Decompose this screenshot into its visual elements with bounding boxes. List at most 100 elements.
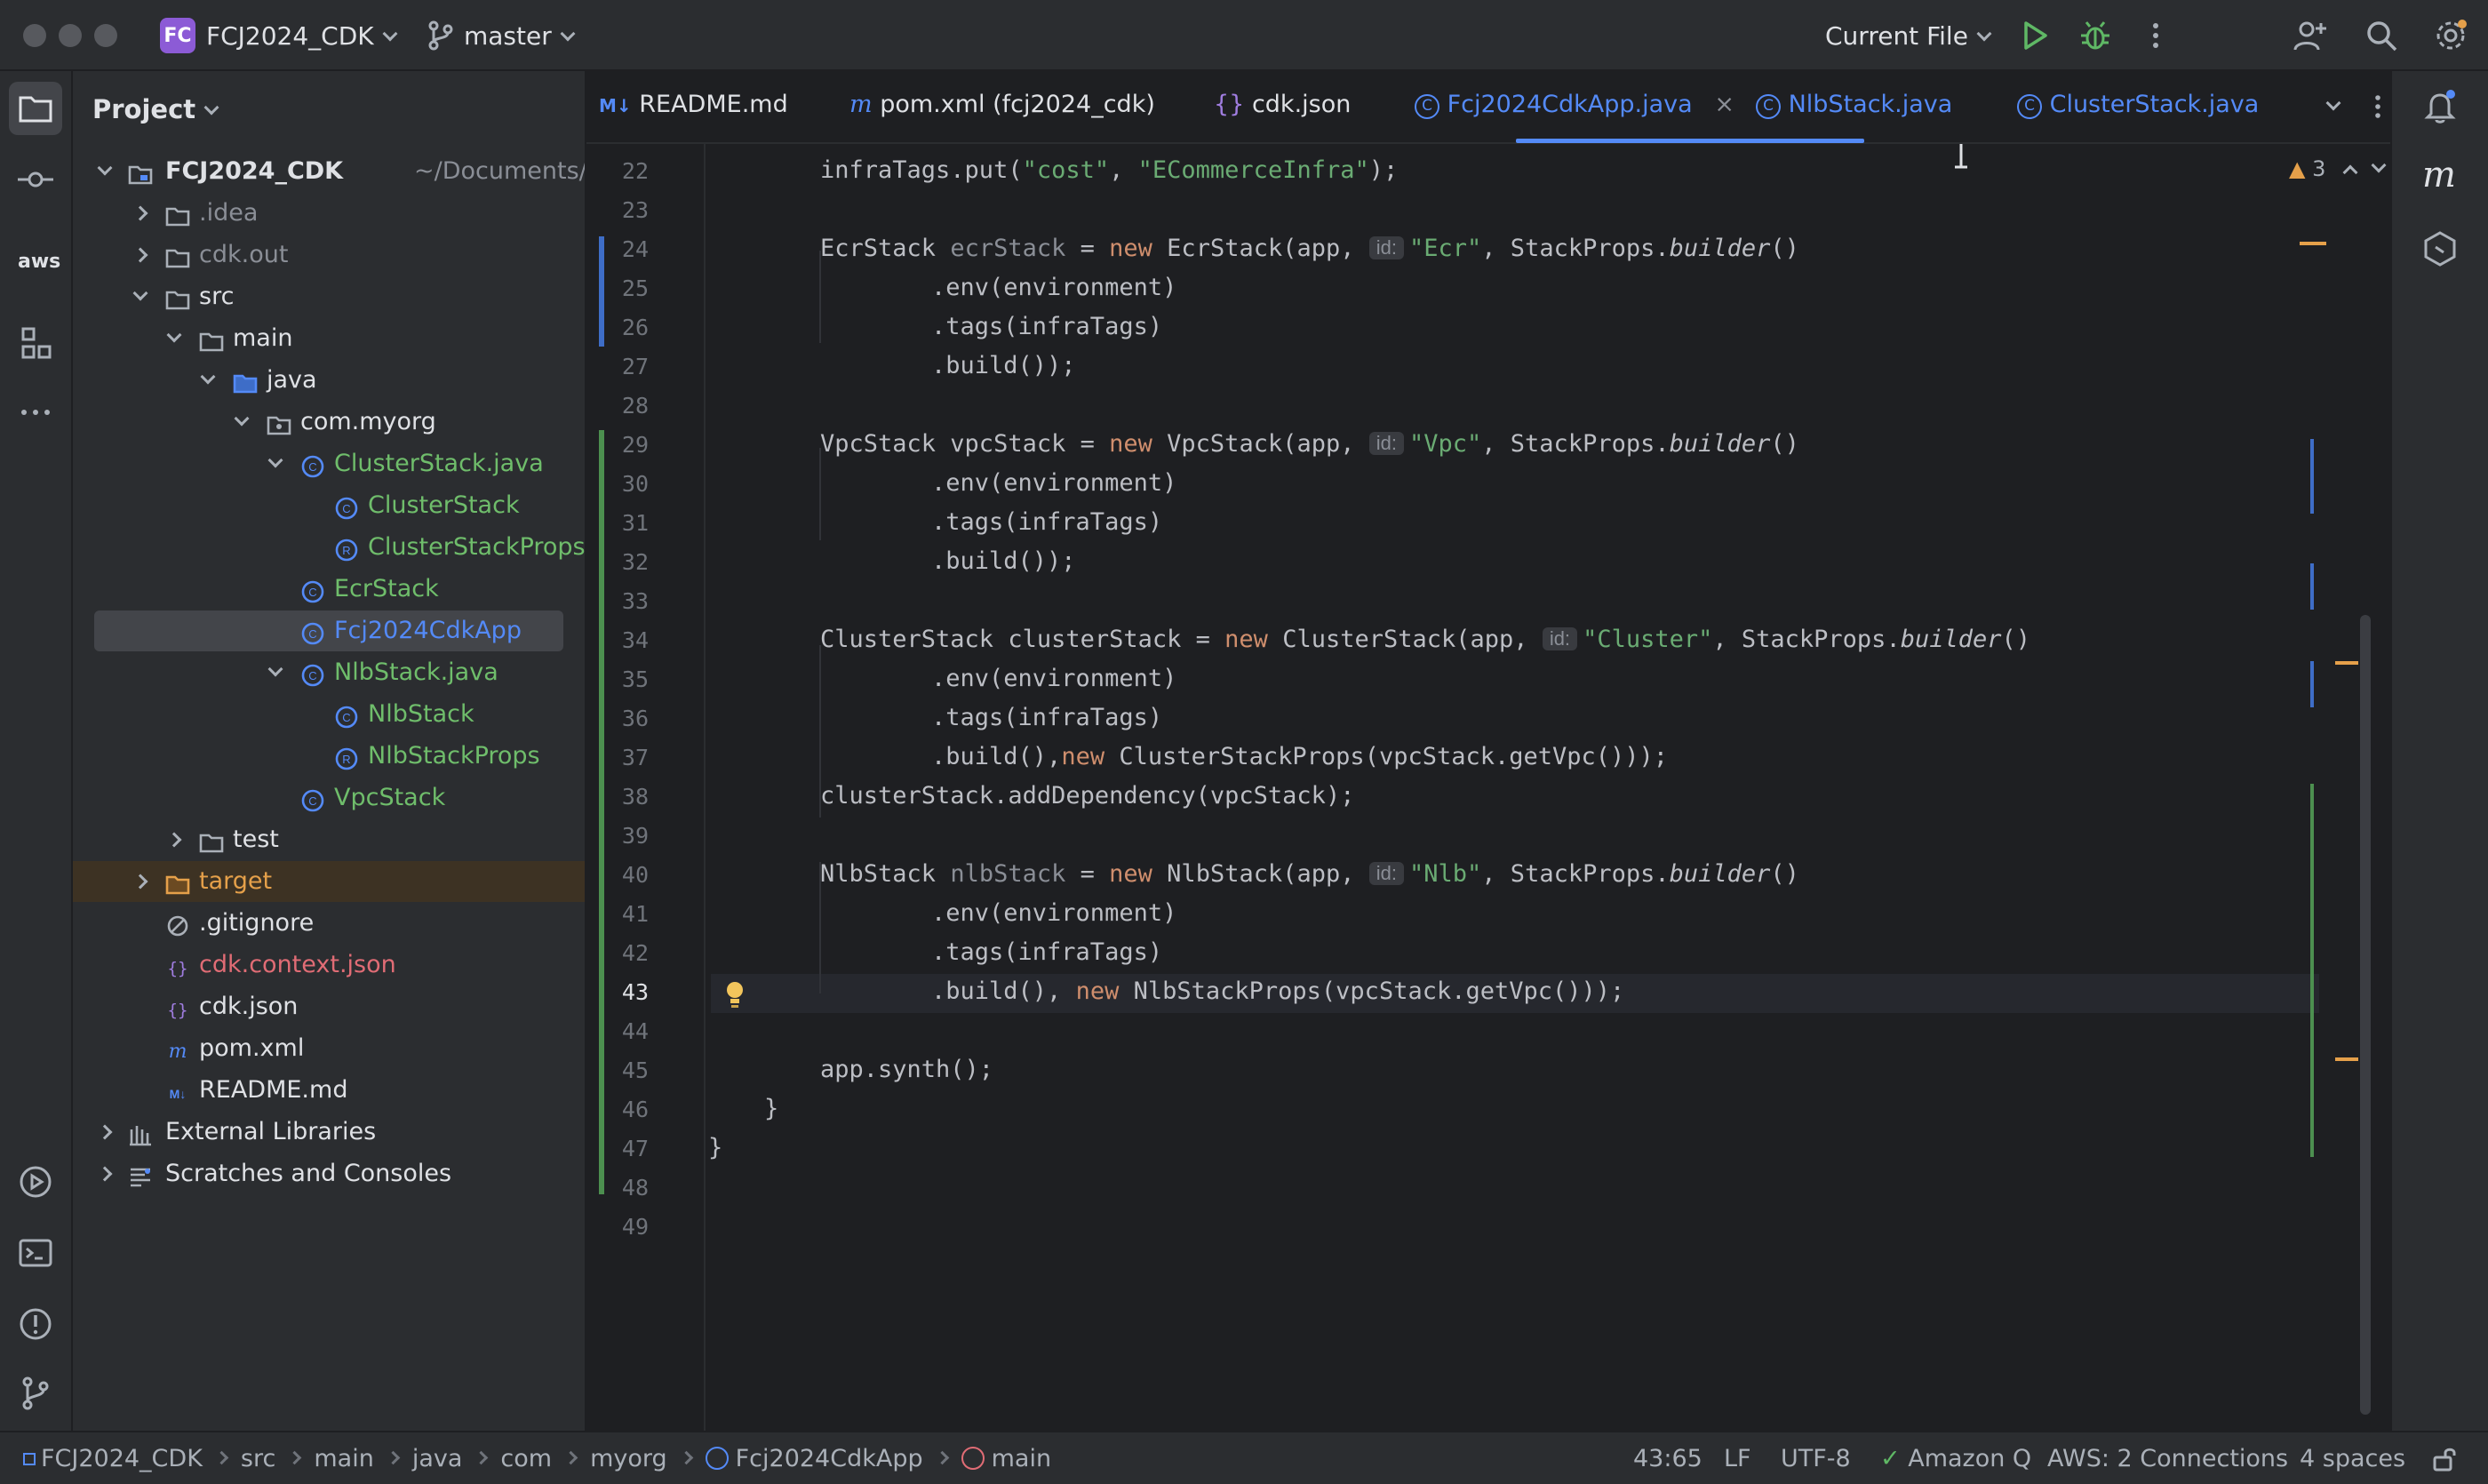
line-number[interactable]: 39 — [608, 823, 649, 849]
line-number[interactable]: 44 — [608, 1018, 649, 1044]
line-number[interactable]: 25 — [608, 275, 649, 301]
breadcrumb-item[interactable]: FCJ2024_CDK — [41, 1445, 203, 1472]
tree-item[interactable]: R ClusterStackProps — [73, 527, 585, 568]
chevron-down-icon[interactable] — [234, 411, 250, 427]
line-number[interactable]: 40 — [608, 862, 649, 888]
chevron-right-icon[interactable] — [97, 1124, 113, 1140]
chevron-right-icon[interactable] — [166, 832, 182, 848]
project-panel-header[interactable]: Project — [92, 94, 219, 124]
tree-item[interactable]: test — [73, 819, 585, 860]
chevron-right-icon[interactable] — [132, 205, 148, 221]
caret-position[interactable]: 43:65 — [1633, 1445, 1703, 1472]
tree-item[interactable]: {} cdk.context.json — [73, 945, 585, 985]
tree-item[interactable]: {} cdk.json — [73, 986, 585, 1027]
aws-toolkit-icon[interactable]: aws — [18, 251, 60, 273]
line-number[interactable]: 36 — [608, 706, 649, 731]
chevron-right-icon[interactable] — [132, 247, 148, 263]
tree-item[interactable]: R NlbStackProps — [73, 736, 585, 777]
maven-tool-icon[interactable]: m — [2422, 155, 2456, 195]
chevron-down-icon[interactable] — [97, 160, 113, 176]
project-switcher[interactable]: FCJ2024_CDK — [206, 21, 398, 51]
file-encoding[interactable]: UTF-8 — [1781, 1445, 1851, 1472]
breadcrumb-item[interactable]: java — [412, 1445, 463, 1472]
line-number[interactable]: 43 — [608, 979, 649, 1005]
breadcrumb-item[interactable]: main — [992, 1445, 1051, 1472]
line-number[interactable]: 30 — [608, 471, 649, 497]
project-badge[interactable]: FC — [160, 18, 195, 53]
amazon-q-status[interactable]: ✓ Amazon Q — [1880, 1445, 2031, 1472]
breadcrumb-item[interactable]: com — [500, 1445, 552, 1472]
tree-item[interactable]: C EcrStack — [73, 569, 585, 610]
structure-icon[interactable] — [16, 323, 55, 363]
tree-item[interactable]: .gitignore — [73, 903, 585, 944]
tree-item[interactable]: java — [73, 360, 585, 401]
line-number[interactable]: 42 — [608, 940, 649, 966]
notifications-icon[interactable] — [2420, 87, 2460, 126]
line-number[interactable]: 48 — [608, 1175, 649, 1201]
line-number[interactable]: 46 — [608, 1097, 649, 1122]
tree-item[interactable]: .idea — [73, 193, 585, 234]
code-editor[interactable]: 22 23 24 25 26 27 28 29 30 31 32 33 34 35 36 37 38 39 40 41… — [586, 144, 2390, 1431]
chevron-down-icon[interactable] — [267, 452, 283, 468]
line-number[interactable]: 45 — [608, 1057, 649, 1083]
line-number[interactable]: 24 — [608, 236, 649, 262]
chevron-right-icon[interactable] — [132, 874, 148, 890]
run-icon[interactable] — [2017, 18, 2053, 53]
problems-icon[interactable] — [16, 1304, 55, 1344]
more-tools-icon[interactable] — [16, 393, 55, 432]
line-number[interactable]: 37 — [608, 745, 649, 770]
line-number[interactable]: 49 — [608, 1214, 649, 1240]
breadcrumb-item[interactable]: myorg — [590, 1445, 667, 1472]
tree-item[interactable]: m pom.xml — [73, 1028, 585, 1069]
tree-item[interactable]: External Libraries — [73, 1112, 585, 1153]
tab-cdk-json[interactable]: {} cdk.json — [1214, 91, 1351, 118]
line-number[interactable]: 29 — [608, 432, 649, 458]
tab-fcj2024cdkapp[interactable]: C Fcj2024CdkApp.java × — [1415, 91, 1734, 119]
chevron-down-icon[interactable] — [267, 661, 283, 677]
run-config-selector[interactable]: Current File — [1825, 21, 1992, 51]
branch-switcher[interactable]: master — [464, 21, 576, 51]
tab-nlbstack[interactable]: C NlbStack.java — [1756, 91, 1952, 119]
tree-item[interactable]: M↓ README.md — [73, 1070, 585, 1111]
line-number[interactable]: 41 — [608, 901, 649, 927]
commit-icon[interactable] — [16, 160, 55, 199]
tree-item[interactable]: C NlbStack.java — [73, 652, 585, 693]
tree-item[interactable]: cdk.out — [73, 235, 585, 275]
tree-item[interactable]: Scratches and Consoles — [73, 1153, 585, 1194]
line-number[interactable]: 26 — [608, 315, 649, 340]
tree-item[interactable]: C ClusterStack.java — [73, 443, 585, 484]
project-folder-icon[interactable] — [16, 89, 55, 128]
close-tab-icon[interactable]: × — [1714, 91, 1734, 118]
amazon-q-icon[interactable] — [2420, 229, 2460, 268]
line-number[interactable]: 38 — [608, 784, 649, 810]
chevron-down-icon[interactable] — [200, 369, 216, 385]
breadcrumb-item[interactable]: main — [314, 1445, 373, 1472]
chevron-right-icon[interactable] — [97, 1166, 113, 1182]
line-number[interactable]: 33 — [608, 588, 649, 614]
terminal-icon[interactable] — [16, 1233, 55, 1273]
line-number[interactable]: 28 — [608, 393, 649, 419]
tree-item[interactable]: FCJ2024_CDK ~/Documents/workshop — [73, 151, 585, 192]
tree-item[interactable]: C ClusterStack — [73, 485, 585, 526]
editor-scrollbar[interactable] — [2360, 615, 2371, 1415]
line-number[interactable]: 22 — [608, 158, 649, 184]
chevron-down-icon[interactable] — [166, 327, 182, 343]
line-separator[interactable]: LF — [1724, 1445, 1751, 1472]
inspection-widget[interactable]: ▲ 3 — [2289, 156, 2387, 181]
close-window-button[interactable] — [23, 24, 46, 47]
add-user-icon[interactable] — [2293, 18, 2328, 53]
tree-item[interactable]: C VpcStack — [73, 778, 585, 818]
line-number[interactable]: 47 — [608, 1136, 649, 1161]
tab-clusterstack[interactable]: C ClusterStack.java — [2017, 91, 2259, 119]
tree-item[interactable]: C NlbStack — [73, 694, 585, 735]
minimize-window-button[interactable] — [59, 24, 82, 47]
tab-pom[interactable]: m pom.xml (fcj2024_cdk) — [849, 91, 1155, 118]
lock-icon[interactable] — [2431, 1445, 2458, 1473]
search-icon[interactable] — [2364, 18, 2399, 53]
breadcrumb-item[interactable]: src — [241, 1445, 275, 1472]
tab-more-icon[interactable] — [2362, 91, 2394, 123]
tab-readme[interactable]: M↓ README.md — [599, 91, 788, 118]
line-number[interactable]: 23 — [608, 197, 649, 223]
tree-item[interactable]: target — [73, 861, 585, 902]
line-number[interactable]: 27 — [608, 354, 649, 379]
